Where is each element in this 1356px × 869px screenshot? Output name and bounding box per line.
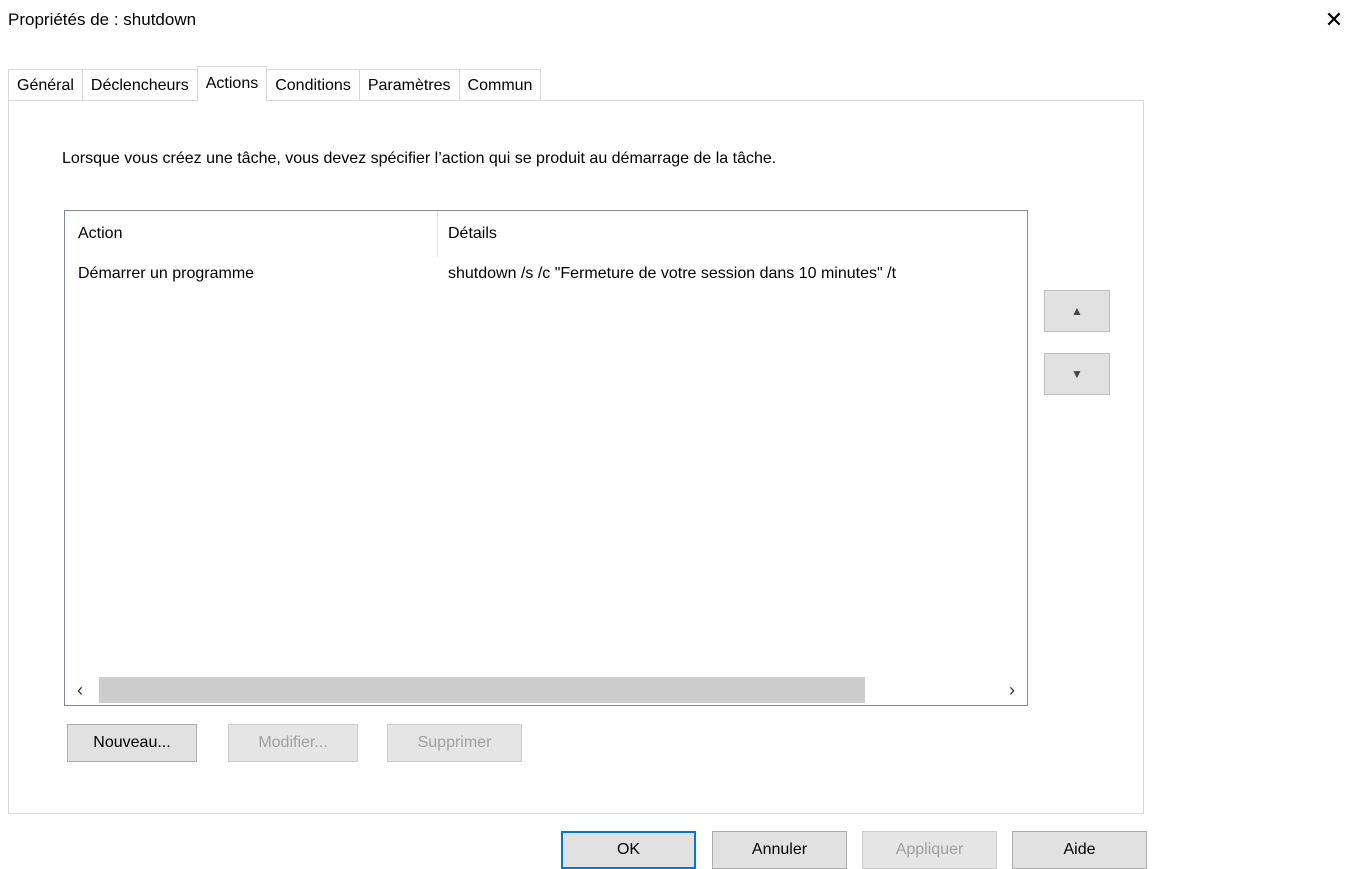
column-header-action[interactable]: Action — [78, 211, 122, 257]
arrow-up-icon: ▲ — [1071, 304, 1083, 318]
column-header-details[interactable]: Détails — [448, 211, 497, 257]
tab-general[interactable]: Général — [8, 69, 83, 101]
tab-settings[interactable]: Paramètres — [358, 69, 460, 101]
new-button[interactable]: Nouveau... — [67, 724, 197, 762]
tab-conditions[interactable]: Conditions — [266, 69, 360, 101]
tab-actions[interactable]: Actions — [196, 66, 268, 102]
help-button[interactable]: Aide — [1012, 831, 1147, 869]
close-icon[interactable]: ✕ — [1320, 6, 1348, 34]
tab-triggers[interactable]: Déclencheurs — [81, 69, 198, 101]
horizontal-scrollbar[interactable]: ‹ › — [65, 675, 1027, 705]
tab-bar: Général Déclencheurs Actions Conditions … — [8, 66, 542, 102]
tab-common[interactable]: Commun — [458, 69, 542, 101]
delete-button[interactable]: Supprimer — [387, 724, 522, 762]
move-down-button[interactable]: ▼ — [1044, 353, 1110, 395]
table-row-details[interactable]: shutdown /s /c "Fermeture de votre sessi… — [448, 265, 896, 283]
panel-description: Lorsque vous créez une tâche, vous devez… — [62, 150, 777, 167]
edit-button[interactable]: Modifier... — [228, 724, 358, 762]
ok-button[interactable]: OK — [561, 831, 696, 869]
scroll-right-icon[interactable]: › — [997, 675, 1027, 705]
move-up-button[interactable]: ▲ — [1044, 290, 1110, 332]
actions-list[interactable]: Action Détails Démarrer un programme shu… — [64, 210, 1028, 706]
arrow-down-icon: ▼ — [1071, 367, 1083, 381]
window-title: Propriétés de : shutdown — [8, 10, 197, 29]
scroll-left-icon[interactable]: ‹ — [65, 675, 95, 705]
scrollbar-thumb[interactable] — [99, 677, 865, 703]
cancel-button[interactable]: Annuler — [712, 831, 847, 869]
table-row-action[interactable]: Démarrer un programme — [78, 265, 254, 283]
column-separator[interactable] — [437, 211, 438, 257]
apply-button[interactable]: Appliquer — [862, 831, 997, 869]
